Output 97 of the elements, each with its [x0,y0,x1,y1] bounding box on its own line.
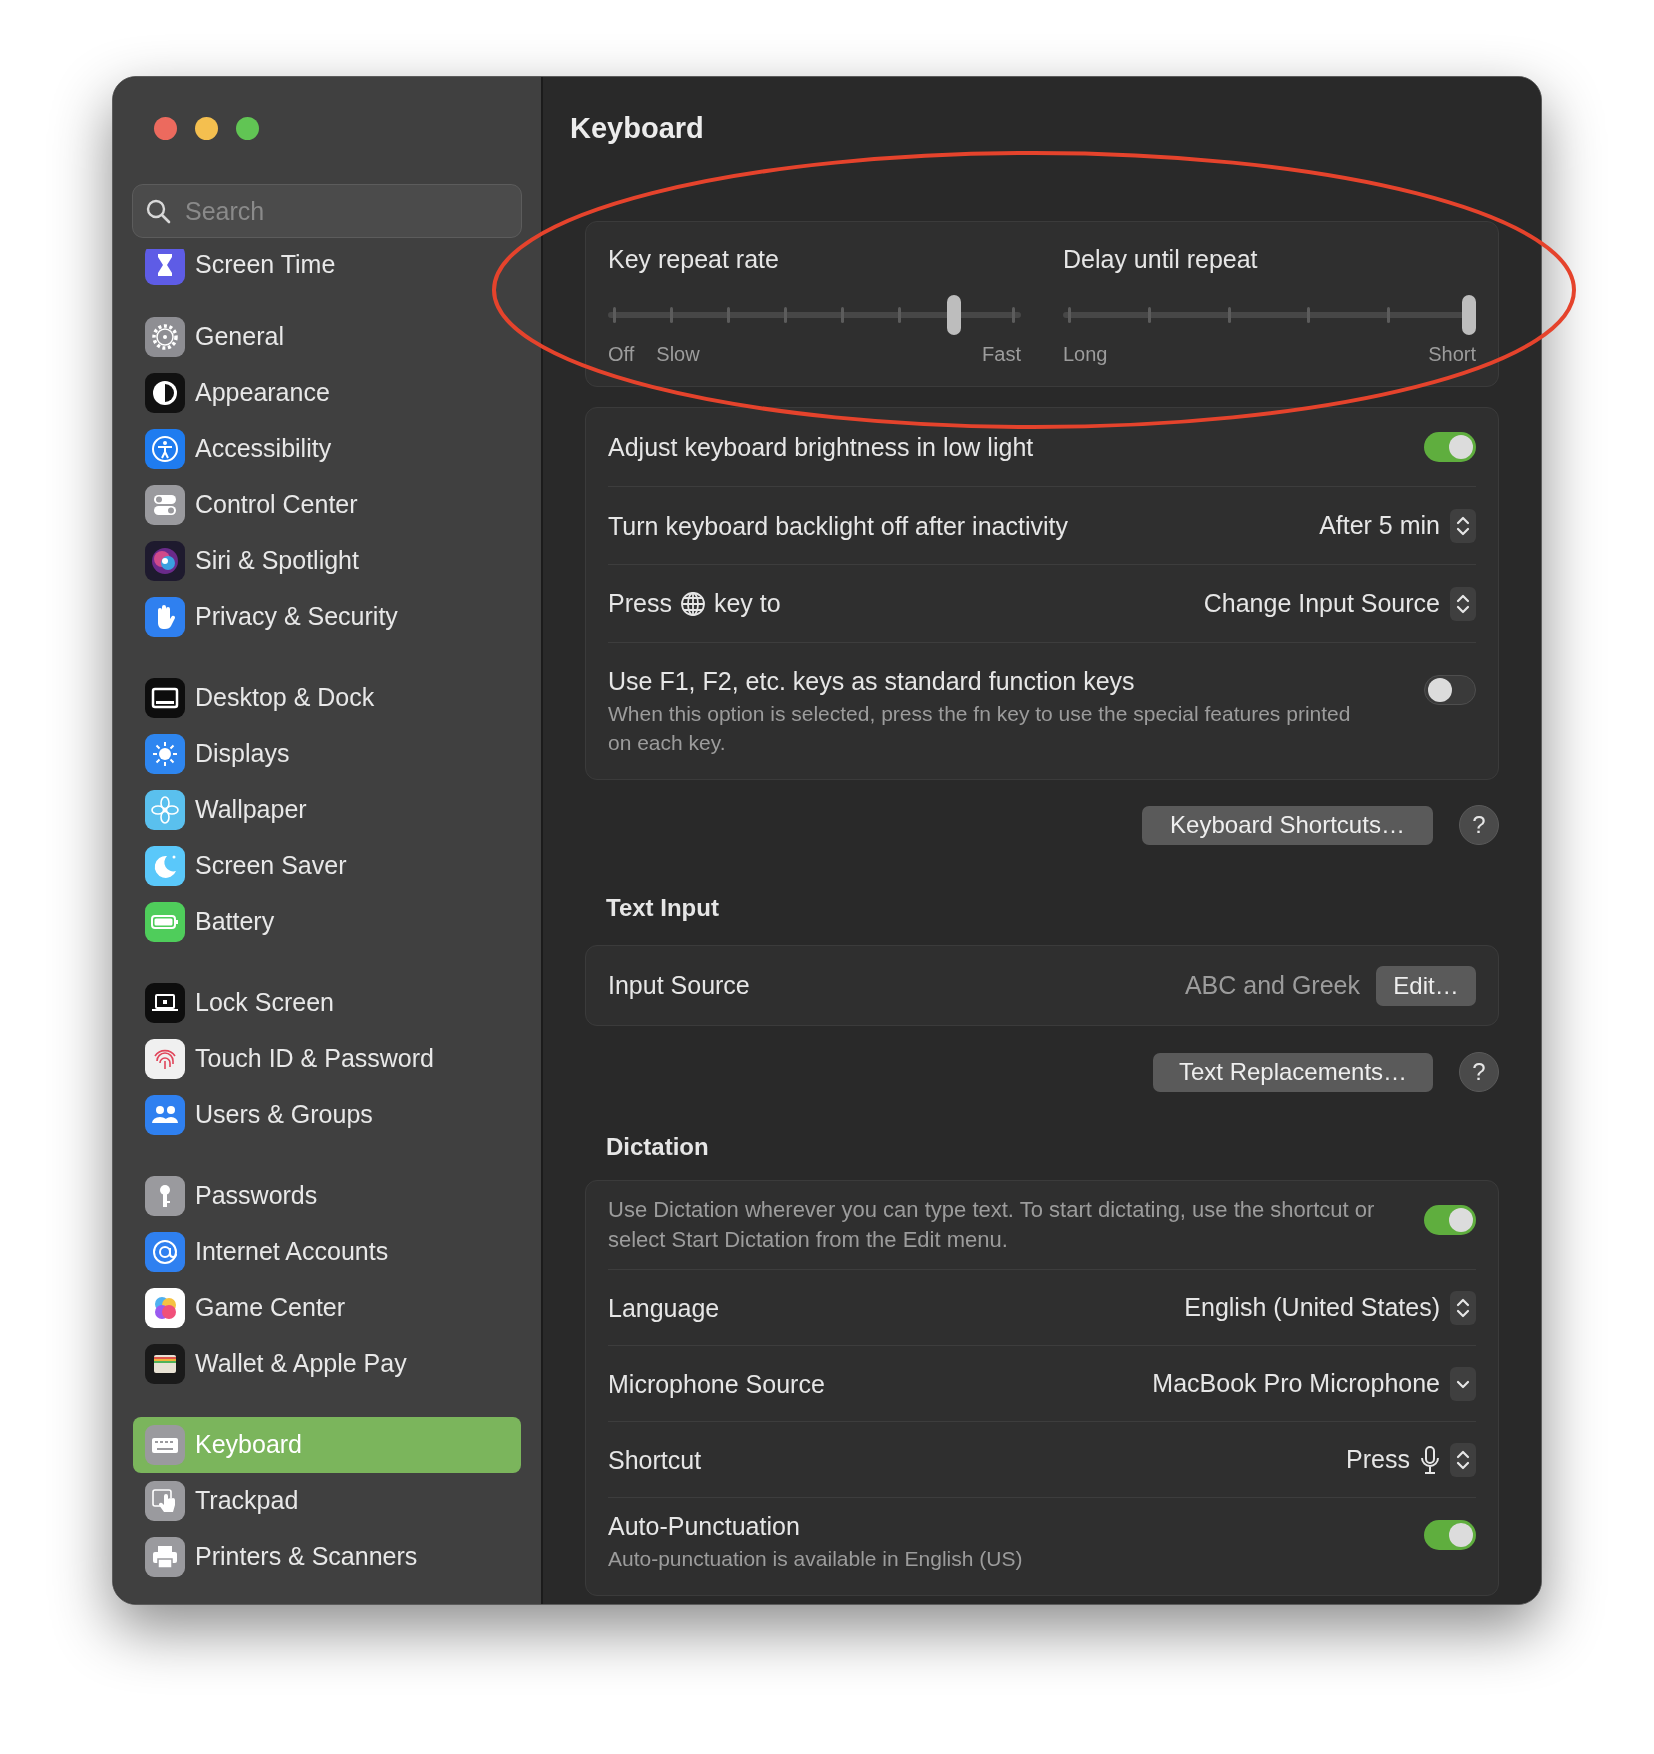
setting-label: Turn keyboard backlight off after inactivity [608,510,1068,542]
push-button[interactable]: Text Replacements… [1153,1052,1433,1092]
gear-icon [145,317,185,357]
setting-description: Auto-punctuation is available in English (US) [608,1546,1023,1572]
sidebar-item[interactable]: Wallet & Apple Pay [133,1336,521,1392]
help-button[interactable]: ? [1459,1052,1499,1092]
toggle-switch[interactable] [1424,1520,1476,1550]
sidebar-item[interactable]: Displays [133,726,521,782]
accessibility-icon [145,429,185,469]
setting-label: Microphone Source [608,1368,825,1400]
sidebar-item[interactable]: Privacy & Security [133,589,521,645]
close-button[interactable] [154,117,177,140]
battery-icon [145,902,185,942]
up-down-arrows-icon [1450,1290,1476,1325]
section-heading: Dictation [605,1132,710,1162]
search-field[interactable]: Search [132,184,522,238]
slider-mark-label: Slow [656,342,700,367]
pointer-hand-icon [145,1481,185,1521]
edit-button[interactable]: Edit… [1376,965,1476,1006]
popup-button[interactable]: Change Input Source [1203,584,1476,623]
zoom-button[interactable] [236,117,259,140]
globe-icon [679,590,706,617]
sidebar-item[interactable]: Printers & Scanners [133,1529,521,1585]
sidebar-item[interactable]: Desktop & Dock [133,670,521,726]
sidebar-item[interactable]: Touch ID & Password [133,1031,521,1087]
slider-mark-label: Fast [982,342,1021,367]
toggle-switch[interactable] [1424,675,1476,705]
printer-icon [145,1537,185,1577]
sidebar-item[interactable]: Control Center [133,477,521,533]
moon-icon [145,846,185,886]
people-icon [145,1095,185,1135]
help-button[interactable]: ? [1459,805,1499,845]
slider-track[interactable] [608,295,1021,335]
slider-thumb[interactable] [1462,295,1476,335]
up-down-arrows-icon [1450,586,1476,621]
sidebar-item[interactable]: Accessibility [133,421,521,477]
chevron-down-icon [1450,1366,1476,1401]
push-button[interactable]: Keyboard Shortcuts… [1142,805,1433,845]
slider-label: Key repeat rate [608,244,780,274]
flower-icon [145,790,185,830]
at-sign-icon [145,1232,185,1272]
setting-label: Adjust keyboard brightness in low light [608,432,1034,463]
setting-label: Language [608,1292,720,1324]
setting-label: key to [713,587,781,619]
sidebar-item[interactable]: Battery [133,894,521,950]
slider-mark-label: Off [608,342,635,367]
sidebar-item[interactable]: Users & Groups [133,1087,521,1143]
bubbles-icon [145,1288,185,1328]
setting-label: Press [608,587,672,619]
orb-icon [145,541,185,581]
popup-button[interactable]: Press [1346,1440,1476,1479]
sidebar-item[interactable]: General [133,309,521,365]
slider-mark-label: Long [1063,342,1108,367]
contrast-icon [145,373,185,413]
sidebar-item[interactable]: Screen Time [133,249,521,293]
setting-value: ABC and Greek [1184,969,1360,1001]
hourglass-icon [145,249,185,285]
search-icon [145,198,171,224]
slider-track[interactable] [1063,295,1476,335]
keyboard-icon [145,1425,185,1465]
sidebar-item[interactable]: Trackpad [133,1473,521,1529]
setting-label: Shortcut [608,1444,702,1476]
popup-button[interactable]: MacBook Pro Microphone [1152,1364,1476,1403]
setting-label: Use F1, F2, etc. keys as standard function keys [608,666,1136,697]
slider-thumb[interactable] [947,295,962,335]
slider-mark-label: Short [1428,342,1476,367]
toggles-icon [145,485,185,525]
sidebar-item[interactable]: Internet Accounts [133,1224,521,1280]
page-title: Keyboard [570,111,705,146]
popup-button[interactable]: English (United States) [1184,1288,1476,1327]
minimize-button[interactable] [195,117,218,140]
section-heading: Text Input [605,893,720,923]
fingerprint-icon [145,1039,185,1079]
sidebar-item[interactable]: Game Center [133,1280,521,1336]
toggle-switch[interactable] [1424,1205,1476,1235]
setting-label: Input Source [608,969,750,1001]
key-icon [145,1176,185,1216]
up-down-arrows-icon [1450,1442,1476,1477]
sidebar-item[interactable]: Siri & Spotlight [133,533,521,589]
laptop-icon [145,983,185,1023]
hand-icon [145,597,185,637]
popup-button[interactable]: After 5 min [1319,506,1476,545]
slider-label: Delay until repeat [1063,244,1259,274]
microphone-icon [1420,1444,1440,1475]
setting-description: When this option is selected, press the fn key to use the special features printed on each key. [608,701,1352,756]
sidebar-item[interactable]: Screen Saver [133,838,521,894]
up-down-arrows-icon [1450,508,1476,543]
wallet-icon [145,1344,185,1384]
sidebar-item[interactable]: Lock Screen [133,975,521,1031]
dock-icon [145,678,185,718]
setting-description: Use Dictation wherever you can type text. To start dictating, use the shortcut or select Start Dictation from the Edit menu. [608,1196,1376,1254]
setting-label: Auto-Punctuation [608,1511,801,1542]
sidebar-item[interactable]: Wallpaper [133,782,521,838]
toggle-switch[interactable] [1424,432,1476,462]
sidebar-item[interactable]: Passwords [133,1168,521,1224]
sidebar-item[interactable]: Appearance [133,365,521,421]
sun-icon [145,734,185,774]
